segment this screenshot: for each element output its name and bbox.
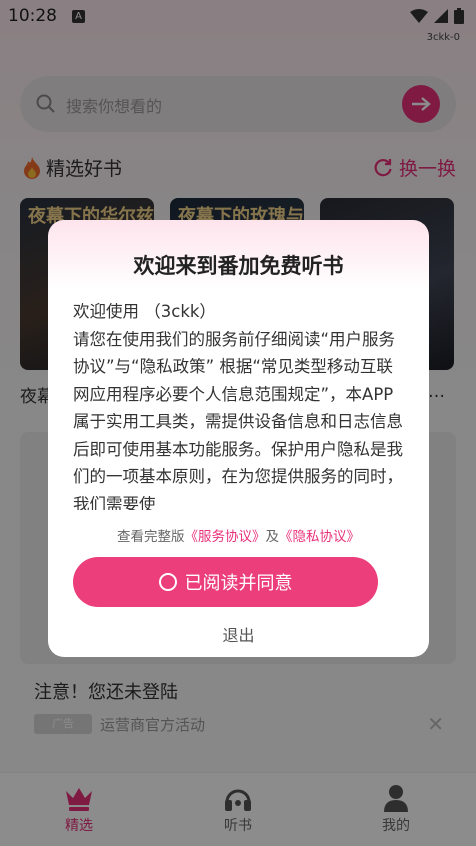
agree-button[interactable]: 已阅读并同意: [73, 557, 378, 607]
dialog-title: 欢迎来到番加免费听书: [133, 254, 344, 278]
agreement-links: 查看完整版《服务协议》及《隐私协议》: [48, 525, 429, 545]
links-prefix: 查看完整版: [117, 529, 185, 545]
links-and: 及: [265, 529, 280, 545]
service-agreement-link[interactable]: 《服务协议》: [185, 529, 266, 545]
privacy-agreement-link[interactable]: 《隐私协议》: [279, 529, 360, 545]
exit-button[interactable]: 退出: [48, 622, 429, 646]
agree-label: 已阅读并同意: [184, 573, 293, 594]
dialog-welcome: 欢迎使用 （3ckk）: [73, 302, 216, 321]
circle-icon: [158, 573, 177, 591]
privacy-dialog: 欢迎来到番加免费听书 欢迎使用 （3ckk） 请您在使用我们的服务前仔细阅读“用…: [48, 220, 429, 657]
dialog-body-text: 请您在使用我们的服务前仔细阅读“用户服务协议”与“隐私政策” 根据“常见类型移动…: [73, 329, 403, 511]
dialog-body[interactable]: 欢迎使用 （3ckk） 请您在使用我们的服务前仔细阅读“用户服务协议”与“隐私政…: [73, 298, 405, 510]
